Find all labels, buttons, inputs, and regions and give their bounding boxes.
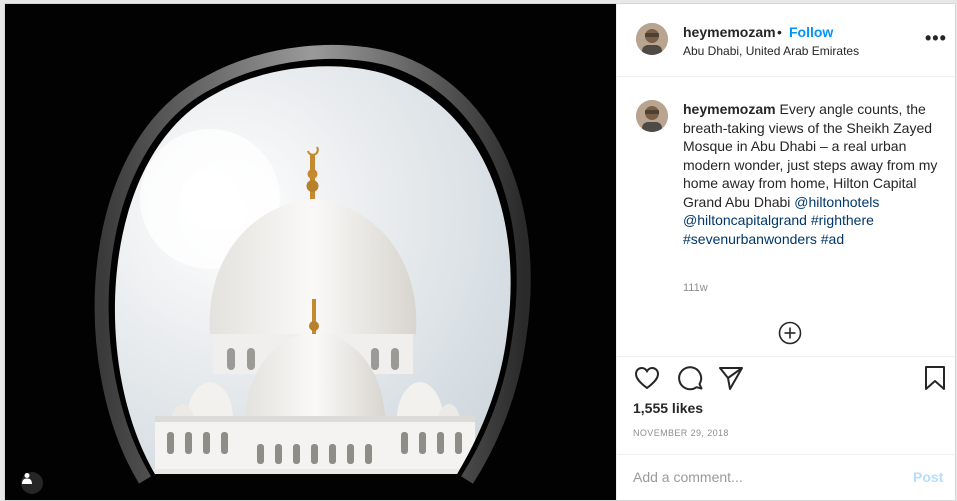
post-comment-button[interactable]: Post: [913, 469, 943, 485]
follow-button[interactable]: Follow: [789, 24, 833, 40]
likes-count[interactable]: 1,555 likes: [633, 400, 703, 416]
header-separator: •: [777, 24, 782, 40]
divider: [617, 356, 955, 357]
post-date[interactable]: NOVEMBER 29, 2018: [633, 428, 729, 438]
add-comment-bar: Post: [617, 454, 955, 500]
mosque-photo: [5, 4, 616, 500]
comment-button[interactable]: [677, 364, 705, 392]
profile-photo: [636, 100, 668, 132]
person-icon: [22, 473, 32, 484]
comment-icon: [678, 366, 703, 391]
share-button[interactable]: [717, 364, 745, 392]
hashtag-righthere[interactable]: #righthere: [811, 212, 874, 228]
like-button[interactable]: [633, 364, 661, 392]
profile-photo: [636, 23, 668, 55]
instagram-post-window: heymemozam • Follow Abu Dhabi, United Ar…: [4, 3, 956, 501]
mention-hiltoncapitalgrand[interactable]: @hiltoncapitalgrand: [683, 212, 807, 228]
caption-username[interactable]: heymemozam: [683, 101, 776, 117]
post-photo[interactable]: [5, 4, 616, 500]
hashtag-sevenurbanwonders[interactable]: #sevenurbanwonders: [683, 231, 817, 247]
header-username[interactable]: heymemozam: [683, 24, 776, 40]
save-button[interactable]: [921, 364, 949, 392]
mention-hiltonhotels[interactable]: @hiltonhotels: [794, 194, 879, 210]
paper-plane-icon: [719, 367, 743, 390]
caption-age: 111w: [683, 282, 708, 294]
bookmark-icon: [925, 366, 945, 390]
hashtag-ad[interactable]: #ad: [821, 231, 844, 247]
plus-circle-icon: [778, 321, 802, 345]
avatar[interactable]: [636, 23, 668, 55]
comment-input[interactable]: [633, 469, 893, 485]
more-options-button[interactable]: •••: [925, 28, 947, 49]
post-details-panel: heymemozam • Follow Abu Dhabi, United Ar…: [616, 4, 955, 500]
post-caption: heymemozam Every angle counts, the breat…: [683, 100, 941, 248]
caption-avatar[interactable]: [636, 100, 668, 132]
post-header: heymemozam • Follow Abu Dhabi, United Ar…: [617, 4, 955, 77]
location-link[interactable]: Abu Dhabi, United Arab Emirates: [683, 44, 859, 58]
heart-icon: [634, 366, 660, 390]
load-more-comments-button[interactable]: [778, 321, 802, 345]
tagged-users-button[interactable]: [21, 472, 43, 494]
